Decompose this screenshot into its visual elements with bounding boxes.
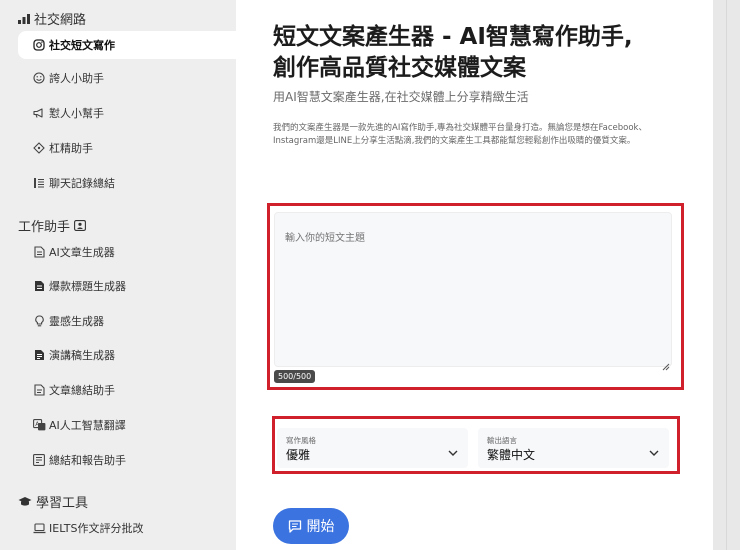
- laptop-icon: [32, 521, 46, 535]
- sidebar-item-label: 懟人小幫手: [49, 107, 104, 120]
- section-study-label: 學習工具: [36, 496, 89, 511]
- sidebar-item-label: 杠精助手: [49, 142, 93, 155]
- sidebar-item-label: AI人工智慧翻譯: [49, 419, 126, 432]
- list-icon: [32, 176, 46, 190]
- writing-style-select[interactable]: 寫作風格 優雅: [277, 428, 468, 468]
- sidebar-item-label: IELTS作文評分批改: [49, 522, 144, 535]
- page-title: 短文文案產生器 - AI智慧寫作助手, 創作高品質社交媒體文案: [273, 22, 693, 84]
- sidebar-item-article-summary[interactable]: 文章總結助手: [18, 376, 236, 404]
- file-text-icon: [32, 383, 46, 397]
- page-subtitle: 用AI智慧文案產生器,在社交媒體上分享精緻生活: [273, 90, 529, 104]
- scrollbar-line: [726, 0, 727, 550]
- smile-icon: [32, 71, 46, 85]
- sidebar-item-speech[interactable]: 演講稿生成器: [18, 341, 236, 369]
- sidebar-item-label: AI文章生成器: [49, 246, 115, 259]
- sidebar-item-ielts[interactable]: IELTS作文評分批改: [18, 514, 236, 542]
- sidebar-item-label: 總結和報告助手: [49, 454, 126, 467]
- output-language-select[interactable]: 輸出語言 繁體中文: [478, 428, 669, 468]
- output-language-value: 繁體中文: [487, 448, 536, 462]
- translate-icon: A: [32, 418, 46, 432]
- id-card-icon: [74, 220, 86, 231]
- sidebar-item-chat-summary[interactable]: 聊天記錄總結: [18, 169, 236, 197]
- sidebar-item-label: 社交短文寫作: [49, 39, 115, 52]
- sidebar-item-label: 文章總結助手: [49, 384, 115, 397]
- graduation-cap-icon: [18, 496, 32, 508]
- main-panel: 短文文案產生器 - AI智慧寫作助手, 創作高品質社交媒體文案 用AI智慧文案產…: [236, 0, 713, 550]
- sidebar: 社交網路 社交短文寫作 誇人小助手 懟人小幫手 杠精助手 聊天記錄總結 工作助手: [0, 0, 236, 550]
- sidebar-item-report[interactable]: 總結和報告助手: [18, 446, 236, 474]
- char-counter: 500/500: [274, 370, 316, 383]
- sidebar-item-label: 聊天記錄總結: [49, 177, 115, 190]
- page-title-line1: 短文文案產生器 - AI智慧寫作助手,: [273, 24, 633, 50]
- section-social: 社交網路: [18, 9, 86, 28]
- start-button-label: 開始: [306, 519, 335, 535]
- page-title-line2: 創作高品質社交媒體文案: [273, 55, 526, 81]
- section-work-label: 工作助手: [18, 220, 71, 235]
- diamond-icon: [32, 141, 46, 155]
- chevron-down-icon: [448, 442, 458, 461]
- document-lines-icon: [32, 348, 46, 362]
- bar-chart-icon: [18, 13, 30, 24]
- topic-textarea[interactable]: [274, 212, 672, 367]
- section-study: 學習工具: [18, 492, 88, 511]
- sidebar-item-viral-title[interactable]: 爆款標題生成器: [18, 272, 236, 300]
- sidebar-item-compliment[interactable]: 誇人小助手: [18, 64, 236, 92]
- section-social-label: 社交網路: [34, 13, 87, 28]
- document-icon: [32, 245, 46, 259]
- instagram-icon: [32, 38, 46, 52]
- sidebar-item-social-short-post[interactable]: 社交短文寫作: [18, 31, 236, 59]
- sidebar-item-ai-article[interactable]: AI文章生成器: [18, 238, 236, 266]
- output-language-label: 輸出語言: [487, 436, 517, 445]
- document-filled-icon: [32, 279, 46, 293]
- sidebar-item-roast[interactable]: 懟人小幫手: [18, 99, 236, 127]
- page-description: 我們的文案產生器是一款先進的AI寫作助手,專為社交媒體平台量身打造。無論您是想在…: [273, 123, 647, 146]
- sidebar-item-inspiration[interactable]: 靈感生成器: [18, 307, 236, 335]
- section-work: 工作助手: [18, 216, 90, 235]
- sidebar-item-label: 誇人小助手: [49, 72, 104, 85]
- sidebar-item-label: 演講稿生成器: [49, 349, 115, 362]
- writing-style-value: 優雅: [286, 448, 311, 462]
- megaphone-icon: [32, 106, 46, 120]
- report-icon: [32, 453, 46, 467]
- resize-handle-icon[interactable]: [662, 356, 670, 375]
- sidebar-item-label: 靈感生成器: [49, 315, 104, 328]
- lightbulb-icon: [32, 314, 46, 328]
- scrollbar-track[interactable]: [713, 0, 740, 550]
- chevron-down-icon: [649, 442, 659, 461]
- sidebar-item-label: 爆款標題生成器: [49, 280, 126, 293]
- start-button[interactable]: 開始: [273, 508, 349, 544]
- sidebar-item-contrarian[interactable]: 杠精助手: [18, 134, 236, 162]
- message-icon: [288, 519, 302, 533]
- sidebar-item-ai-translate[interactable]: A AI人工智慧翻譯: [18, 411, 236, 439]
- writing-style-label: 寫作風格: [286, 436, 316, 445]
